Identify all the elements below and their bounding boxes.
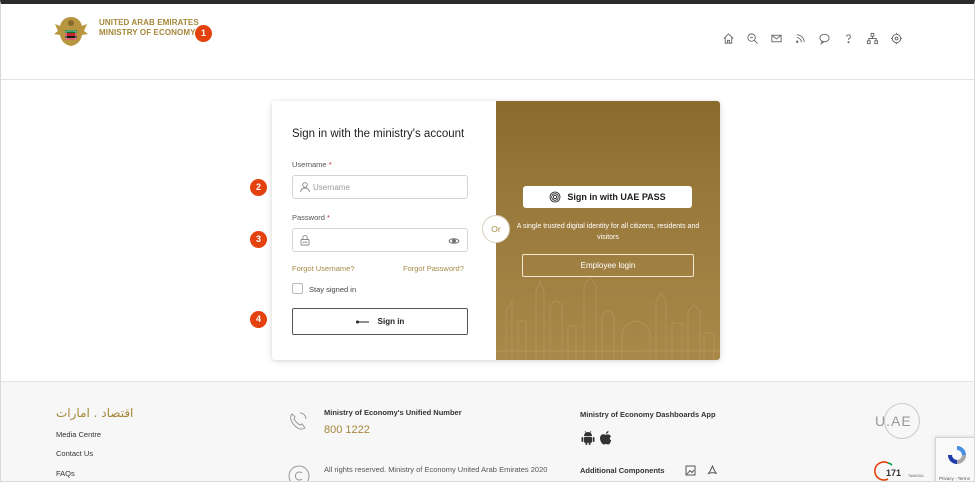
username-label-text: Username [292, 160, 327, 169]
recaptcha-badge[interactable]: Privacy - Terms [935, 437, 974, 481]
site-footer: اقتصاد . امارات Media Centre Contact Us … [1, 381, 974, 482]
user-icon [300, 182, 310, 193]
annotation-badge-4: 4 [250, 311, 267, 328]
annotation-badge-1: 1 [195, 25, 212, 42]
android-icon[interactable] [581, 430, 595, 446]
help-icon[interactable] [837, 28, 859, 48]
recaptcha-icon [948, 446, 966, 464]
chat-icon[interactable] [813, 28, 835, 48]
search-icon[interactable] [741, 28, 763, 48]
ministry-login-panel: Sign in with the ministry's account User… [272, 101, 496, 360]
required-mark: * [328, 160, 332, 169]
tawasul-number: 171 [886, 468, 901, 478]
uae-logo-text: U.AE [875, 413, 912, 429]
sitemap-icon[interactable] [861, 28, 883, 48]
forgot-password-link[interactable]: Forgot Password? [403, 264, 464, 273]
password-label: Password * [292, 213, 330, 222]
forgot-username-link[interactable]: Forgot Username? [292, 264, 355, 273]
uae-gov-logo[interactable]: U.AE [867, 403, 933, 439]
faqs-link[interactable]: FAQs [56, 469, 75, 478]
uae-pass-label: Sign in with UAE PASS [567, 192, 666, 202]
rss-icon[interactable] [789, 28, 811, 48]
home-icon[interactable] [717, 28, 739, 48]
username-input[interactable] [313, 180, 453, 195]
image-viewer-icon[interactable] [685, 465, 696, 476]
sign-in-button[interactable]: Sign in [292, 308, 468, 335]
stay-signed-in-checkbox[interactable] [292, 283, 303, 294]
org-name-line2: MINISTRY OF ECONOMY [99, 28, 196, 37]
login-card: Sign in with the ministry's account User… [272, 101, 720, 360]
password-input[interactable] [313, 233, 453, 248]
org-name[interactable]: UNITED ARAB EMIRATES MINISTRY OF ECONOMY [99, 18, 199, 38]
password-field[interactable] [292, 228, 468, 252]
annotation-badge-3: 3 [250, 231, 267, 248]
stay-signed-in-label[interactable]: Stay signed in [309, 285, 356, 294]
uae-pass-description: A single trusted digital identity for al… [516, 223, 700, 241]
additional-components-title: Additional Components [580, 466, 665, 475]
skyline-illustration [496, 275, 720, 360]
acrobat-reader-icon[interactable] [707, 465, 718, 476]
copyright-text: All rights reserved. Ministry of Economy… [324, 465, 548, 474]
mail-icon[interactable] [765, 28, 787, 48]
tawasul-label: TAWASUL [908, 474, 924, 478]
annotation-badge-2: 2 [250, 179, 267, 196]
site-header: UNITED ARAB EMIRATES MINISTRY OF ECONOMY… [1, 4, 974, 80]
unified-number[interactable]: 800 1222 [324, 424, 370, 436]
tawasul-171-logo[interactable]: 171 TAWASUL [874, 460, 934, 482]
header-icon-bar [717, 28, 909, 48]
uae-pass-panel: Sign in with UAE PASS A single trusted d… [496, 101, 720, 360]
uae-pass-button[interactable]: Sign in with UAE PASS [523, 186, 692, 208]
username-field[interactable] [292, 175, 468, 199]
unified-number-title: Ministry of Economy's Unified Number [324, 408, 462, 417]
recaptcha-links[interactable]: Privacy - Terms [939, 476, 970, 481]
required-mark: * [327, 213, 330, 222]
sign-in-label: Sign in [377, 317, 405, 326]
lock-icon [300, 235, 310, 246]
contact-us-link[interactable]: Contact Us [56, 449, 93, 458]
login-title: Sign in with the ministry's account [292, 128, 465, 140]
apple-icon[interactable] [599, 430, 613, 446]
eqtisad-emarat-logo[interactable]: اقتصاد . امارات [56, 406, 133, 420]
password-label-text: Password [292, 213, 325, 222]
fingerprint-icon [549, 191, 561, 203]
dashboards-app-title: Ministry of Economy Dashboards App [580, 410, 716, 419]
or-divider: Or [482, 215, 510, 243]
employee-login-button[interactable]: Employee login [522, 254, 694, 277]
copyright-icon [288, 465, 310, 481]
media-centre-link[interactable]: Media Centre [56, 430, 101, 439]
username-label: Username * [292, 160, 332, 169]
accessibility-icon[interactable] [885, 28, 907, 48]
org-name-line1: UNITED ARAB EMIRATES [99, 18, 199, 27]
sign-in-arrow-icon [355, 320, 369, 323]
page-frame: UNITED ARAB EMIRATES MINISTRY OF ECONOMY… [0, 0, 975, 482]
phone-icon [290, 412, 307, 430]
show-password-eye-icon[interactable] [448, 235, 460, 247]
uae-emblem-logo[interactable] [51, 14, 91, 50]
